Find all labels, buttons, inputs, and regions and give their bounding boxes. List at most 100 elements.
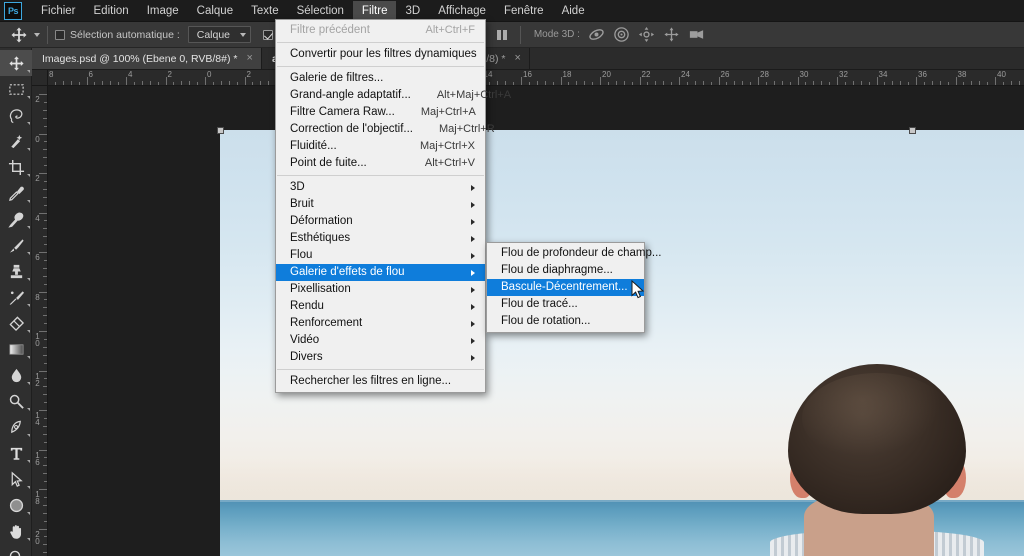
- filter-menu-item[interactable]: Rendu: [276, 298, 485, 315]
- ruler-minor-tick: [647, 82, 648, 85]
- filter-menu-item[interactable]: Rechercher les filtres en ligne...: [276, 373, 485, 390]
- history-brush-tool[interactable]: [0, 284, 32, 310]
- zoom-tool[interactable]: [0, 544, 32, 556]
- ruler-label: 22: [642, 71, 651, 79]
- tab-close-icon[interactable]: ×: [515, 53, 521, 64]
- filter-menu-item[interactable]: Convertir pour les filtres dynamiques: [276, 46, 485, 63]
- auto-select-target-dropdown[interactable]: Calque: [188, 26, 251, 43]
- slide-3d-icon[interactable]: [663, 26, 680, 43]
- show-transform-checkbox[interactable]: [263, 30, 273, 40]
- filter-menu-item[interactable]: Fluidité...Maj+Ctrl+X: [276, 138, 485, 155]
- blur-tool[interactable]: [0, 362, 32, 388]
- filter-menu-separator: [277, 369, 484, 370]
- filter-menu-item[interactable]: Filtre Camera Raw...Maj+Ctrl+A: [276, 104, 485, 121]
- pen-tool[interactable]: [0, 414, 32, 440]
- filter-menu-item[interactable]: Galerie d'effets de flou: [276, 264, 485, 281]
- ruler-minor-tick: [971, 81, 972, 85]
- eyedropper-tool[interactable]: [0, 180, 32, 206]
- rectangular-marquee-tool[interactable]: [0, 76, 32, 102]
- transform-handle-top-center[interactable]: [909, 127, 916, 134]
- ruler-minor-tick: [43, 315, 47, 316]
- document-tab-images-psd[interactable]: Images.psd @ 100% (Ebene 0, RVB/8#) * ×: [32, 48, 262, 69]
- distribute-spacing-icon[interactable]: [494, 27, 510, 43]
- menu-calque[interactable]: Calque: [188, 1, 242, 21]
- spot-healing-brush-tool[interactable]: [0, 206, 32, 232]
- auto-select-checkbox[interactable]: [55, 30, 65, 40]
- ruler-minor-tick: [44, 102, 47, 103]
- filter-menu-item[interactable]: Bruit: [276, 196, 485, 213]
- ruler-major-tick: [39, 529, 47, 530]
- vertical-ruler[interactable]: 202468101214161820: [32, 86, 48, 556]
- filter-menu-item[interactable]: Correction de l'objectif...Maj+Ctrl+R: [276, 121, 485, 138]
- ruler-minor-tick: [568, 82, 569, 85]
- filter-menu-item[interactable]: Flou: [276, 247, 485, 264]
- rotate-3d-icon[interactable]: [588, 26, 605, 43]
- menu-item-label: Filtre Camera Raw...: [290, 104, 395, 121]
- filter-menu-item[interactable]: Renforcement: [276, 315, 485, 332]
- horizontal-ruler[interactable]: 8642024681012141618202224262830323436384…: [32, 70, 1024, 86]
- quick-selection-tool[interactable]: [0, 128, 32, 154]
- dodge-tool[interactable]: [0, 388, 32, 414]
- scale-3d-icon[interactable]: [688, 26, 705, 43]
- blur-submenu-item[interactable]: Bascule-Décentrement...: [487, 279, 644, 296]
- ruler-minor-tick: [750, 82, 751, 85]
- filter-menu-item[interactable]: Vidéo: [276, 332, 485, 349]
- filter-menu-item[interactable]: Galerie de filtres...: [276, 70, 485, 87]
- clone-stamp-tool[interactable]: [0, 258, 32, 284]
- menu-aide[interactable]: Aide: [553, 1, 594, 21]
- menu-3d[interactable]: 3D: [396, 1, 429, 21]
- lasso-tool[interactable]: [0, 102, 32, 128]
- menu-selection[interactable]: Sélection: [288, 1, 353, 21]
- menu-filtre[interactable]: Filtre: [353, 1, 397, 21]
- ruler-minor-tick: [43, 465, 47, 466]
- menu-fenetre[interactable]: Fenêtre: [495, 1, 553, 21]
- menu-image[interactable]: Image: [138, 1, 188, 21]
- menu-fichier[interactable]: Fichier: [32, 1, 85, 21]
- filter-menu-item[interactable]: Esthétiques: [276, 230, 485, 247]
- filter-menu-item[interactable]: Divers: [276, 349, 485, 366]
- ruler-minor-tick: [616, 81, 617, 85]
- drag-3d-icon[interactable]: [638, 26, 655, 43]
- tool-preset-chevron-down-icon[interactable]: [34, 33, 40, 37]
- blur-submenu-item[interactable]: Flou de profondeur de champ...: [487, 245, 644, 262]
- menu-edition[interactable]: Edition: [85, 1, 138, 21]
- transform-handle-top-left[interactable]: [217, 127, 224, 134]
- ruler-minor-tick: [43, 236, 47, 237]
- ruler-label: 2: [34, 96, 41, 103]
- ruler-major-tick: [39, 173, 47, 174]
- tab-close-icon[interactable]: ×: [247, 53, 253, 64]
- type-tool[interactable]: [0, 440, 32, 466]
- hand-tool[interactable]: [0, 518, 32, 544]
- gradient-tool[interactable]: [0, 336, 32, 362]
- path-selection-tool[interactable]: [0, 466, 32, 492]
- ruler-minor-tick: [987, 82, 988, 85]
- blur-submenu-item[interactable]: Flou de tracé...: [487, 296, 644, 313]
- filter-menu-item[interactable]: Pixellisation: [276, 281, 485, 298]
- ruler-label: 30: [800, 71, 809, 79]
- filter-menu-item[interactable]: Point de fuite...Alt+Ctrl+V: [276, 155, 485, 172]
- filter-menu-item[interactable]: 3D: [276, 179, 485, 196]
- menu-affichage[interactable]: Affichage: [429, 1, 495, 21]
- ruler-minor-tick: [932, 81, 933, 85]
- crop-tool[interactable]: [0, 154, 32, 180]
- ruler-major-tick: [521, 77, 522, 85]
- eraser-tool[interactable]: [0, 310, 32, 336]
- filter-menu-item[interactable]: Grand-angle adaptatif...Alt+Maj+Ctrl+A: [276, 87, 485, 104]
- move-tool-icon[interactable]: [10, 26, 28, 44]
- ruler-minor-tick: [695, 81, 696, 85]
- blur-gallery-submenu[interactable]: Flou de profondeur de champ...Flou de di…: [486, 242, 645, 333]
- filter-menu-item[interactable]: Déformation: [276, 213, 485, 230]
- ruler-major-tick: [758, 77, 759, 85]
- blur-submenu-item[interactable]: Flou de rotation...: [487, 313, 644, 330]
- move-tool[interactable]: [0, 50, 32, 76]
- roll-3d-icon[interactable]: [613, 26, 630, 43]
- menu-item-label: Flou de tracé...: [501, 296, 578, 313]
- menu-texte[interactable]: Texte: [242, 1, 288, 21]
- menu-item-label: Vidéo: [290, 332, 319, 349]
- blur-submenu-item[interactable]: Flou de diaphragme...: [487, 262, 644, 279]
- filter-menu-dropdown[interactable]: Filtre précédentAlt+Ctrl+FConvertir pour…: [275, 19, 486, 393]
- brush-tool[interactable]: [0, 232, 32, 258]
- ruler-minor-tick: [43, 189, 47, 190]
- menu-item-label: Bascule-Décentrement...: [501, 279, 628, 296]
- ellipse-shape-tool[interactable]: [0, 492, 32, 518]
